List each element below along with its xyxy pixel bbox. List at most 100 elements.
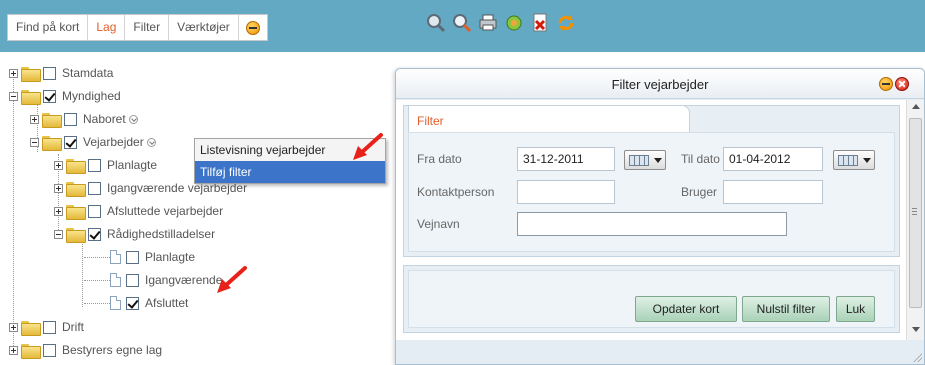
tree-node-label: Naboret [83,112,126,126]
nulstil-filter-button[interactable]: Nulstil filter [742,296,830,322]
expand-icon[interactable] [30,114,39,124]
fra-dato-label: Fra dato [417,152,462,166]
luk-button[interactable]: Luk [836,296,875,322]
folder-open-icon [21,89,41,105]
kontaktperson-label: Kontaktperson [417,185,495,199]
tree-node-bestyrers-egne-lag[interactable]: Bestyrers egne lag [9,340,162,360]
layer-checkbox[interactable] [43,343,56,357]
bruger-input[interactable] [723,180,823,204]
top-toolbar: Find på kort Lag Filter Værktøjer [0,0,925,52]
layer-checkbox[interactable] [43,89,56,103]
folder-icon [66,158,86,174]
calendar-icon [629,155,649,166]
dialog-scrollbar[interactable] [906,100,924,340]
expand-icon[interactable] [9,68,18,78]
layer-checkbox[interactable] [88,158,101,172]
tree-node-igangvaerende-leaf[interactable]: Igangværende [110,270,222,290]
expand-icon[interactable] [9,345,18,355]
layer-checkbox[interactable] [126,250,139,264]
layer-checkbox[interactable] [126,273,139,287]
tab-lag[interactable]: Lag [88,15,126,40]
calendar-icon [838,155,858,166]
collapse-icon[interactable] [54,229,63,239]
layer-checkbox[interactable] [64,112,77,126]
tree-node-label: Drift [62,320,84,334]
layer-checkbox[interactable] [126,296,139,310]
layer-checkbox[interactable] [88,227,101,241]
dialog-title: Filter vejarbejder [611,77,709,92]
tree-node-drift[interactable]: Drift [9,317,84,337]
minimize-icon [245,20,260,35]
collapse-icon[interactable] [30,137,39,147]
vejnavn-input[interactable] [517,212,787,236]
layer-checkbox[interactable] [43,320,56,334]
page-icon [110,273,121,287]
tree-node-label: Igangværende [145,273,223,287]
tree-node-label: Planlagte [107,158,158,172]
grip-icon [912,208,917,215]
scroll-down-icon[interactable] [912,327,920,332]
filter-panel: Filter Fra dato Til dato Kontaktperson B… [403,105,900,257]
button-panel: Opdater kort Nulstil filter Luk [403,265,900,333]
menu-item-tilfoej-filter[interactable]: Tilføj filter [195,161,385,183]
til-dato-calendar-button[interactable] [833,150,875,170]
tree-connector [82,242,83,307]
map-tools [425,12,577,34]
tab-filter-dialog[interactable]: Filter [408,105,690,133]
close-icon[interactable] [895,77,909,91]
layer-checkbox[interactable] [43,66,56,80]
expand-icon[interactable] [54,206,63,216]
kontaktperson-input[interactable] [517,180,615,204]
print-icon[interactable] [477,12,499,34]
layer-checkbox[interactable] [88,181,101,195]
layers-settings-icon[interactable] [503,12,525,34]
til-dato-input[interactable] [723,147,823,171]
layer-checkbox[interactable] [88,204,101,218]
tree-node-afsluttede-vejarbejder[interactable]: Afsluttede vejarbejder [54,201,223,221]
chevron-down-icon[interactable] [146,137,156,147]
opdater-kort-button[interactable]: Opdater kort [635,296,737,322]
dialog-body: Filter Fra dato Til dato Kontaktperson B… [396,100,907,340]
refresh-icon[interactable] [555,12,577,34]
tree-node-myndighed[interactable]: Myndighed [9,86,121,106]
resize-handle-icon[interactable] [912,352,922,362]
scroll-up-icon[interactable] [912,104,920,109]
minimize-icon[interactable] [879,77,893,91]
fra-dato-input[interactable] [517,147,615,171]
expand-icon[interactable] [54,183,63,193]
dialog-header[interactable]: Filter vejarbejder [396,69,924,99]
collapse-icon[interactable] [9,91,18,101]
zoom-search-icon[interactable] [451,12,473,34]
folder-icon [66,204,86,220]
tree-node-label: Vejarbejder [83,135,144,149]
expand-icon[interactable] [54,160,63,170]
tree-node-label: Myndighed [62,89,121,103]
vejnavn-label: Vejnavn [417,217,460,231]
annotation-arrow-icon [217,266,247,293]
chevron-down-icon[interactable] [128,114,138,124]
tree-node-vejarbejder[interactable]: Vejarbejder [30,132,156,152]
til-dato-label: Til dato [681,152,720,166]
tree-node-planlagte-leaf[interactable]: Planlagte [110,247,195,267]
tree-node-label: Bestyrers egne lag [62,343,163,357]
collapse-panel-button[interactable] [239,15,267,40]
tree-node-afsluttet-leaf[interactable]: Afsluttet [110,293,188,313]
layer-checkbox[interactable] [64,135,77,149]
folder-open-icon [42,135,62,151]
expand-icon[interactable] [9,322,18,332]
dialog-footer [396,340,924,364]
tree-node-naboret[interactable]: Naboret [30,109,138,129]
tree-node-raadighedstilladelser[interactable]: Rådighedstilladelser [54,224,215,244]
tab-find-paa-kort[interactable]: Find på kort [8,15,89,40]
fra-dato-calendar-button[interactable] [624,150,666,170]
zoom-region-icon[interactable] [425,12,447,34]
page-icon [110,296,121,310]
tree-node-planlagte[interactable]: Planlagte [54,155,157,175]
tree-node-label: Rådighedstilladelser [107,227,216,241]
tree-node-stamdata[interactable]: Stamdata [9,63,113,83]
tab-filter[interactable]: Filter [125,15,170,40]
tab-vaerktoejer[interactable]: Værktøjer [169,15,239,40]
tree-connector [13,74,14,352]
delete-document-icon[interactable] [529,12,551,34]
tree-node-label: Afsluttede vejarbejder [107,204,224,218]
